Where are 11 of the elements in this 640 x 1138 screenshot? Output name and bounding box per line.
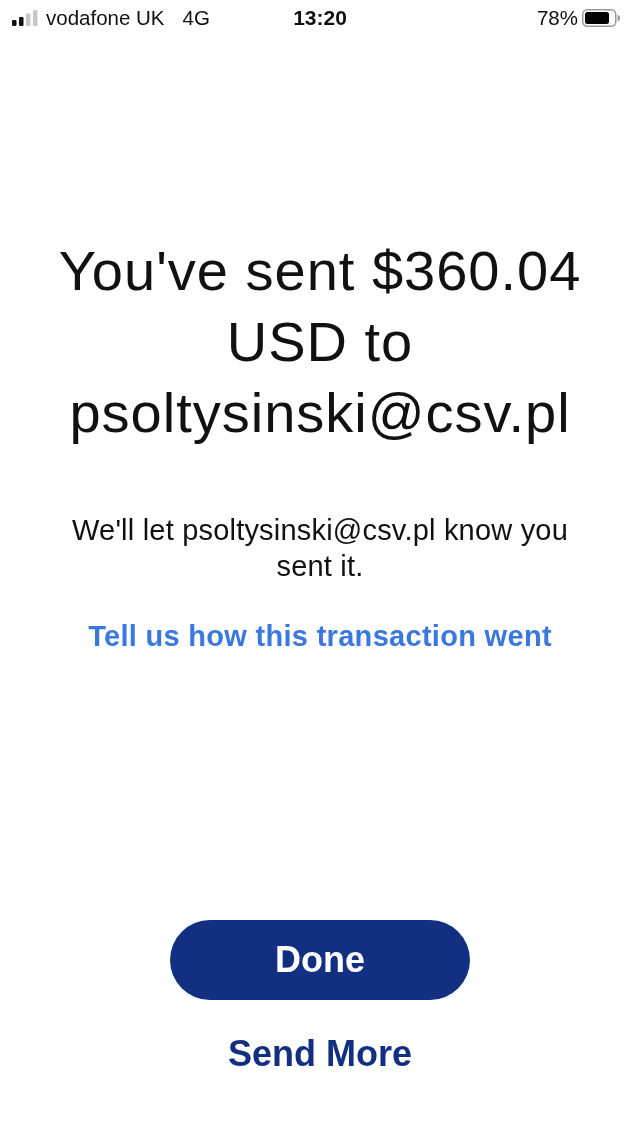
send-more-button[interactable]: Send More: [228, 1034, 412, 1074]
feedback-link[interactable]: Tell us how this transaction went: [88, 618, 552, 654]
confirmation-title: You've sent $360.04 USD to psoltysinski@csv.pl: [57, 238, 583, 446]
done-button[interactable]: Done: [170, 920, 470, 1000]
notification-message: We'll let psoltysinski@csv.pl know you sent it.: [71, 513, 569, 584]
clock-time: 13:20: [293, 6, 347, 30]
carrier-name: vodafone UK: [46, 6, 165, 30]
battery-percent: 78%: [536, 6, 578, 30]
battery-icon: [582, 9, 620, 27]
network-type: 4G: [182, 6, 210, 30]
signal-icon: [12, 10, 38, 26]
